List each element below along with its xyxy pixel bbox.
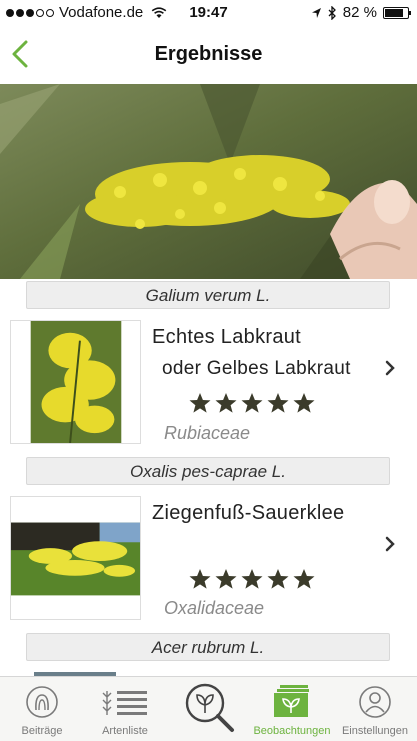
common-name-alt: oder Gelbes Labkraut [162, 358, 351, 379]
settings-profile-icon [359, 686, 391, 718]
battery-icon [383, 6, 411, 19]
star-icon [215, 569, 237, 589]
observations-icon [274, 685, 309, 717]
scientific-name-header: Acer rubrum L. [26, 633, 390, 661]
result-card[interactable] [0, 662, 417, 676]
navigation-bar: Ergebnisse [0, 26, 417, 84]
star-icon [241, 569, 263, 589]
scientific-name-header: Oxalis pes-caprae L. [26, 457, 390, 485]
star-icon [241, 393, 263, 413]
tab-label: Artenliste [102, 725, 148, 737]
chevron-right-icon [385, 536, 395, 552]
family-name: Rubiaceae [164, 423, 251, 443]
tab-bar: Beiträge Artenliste Beobachtungen Einste… [0, 676, 417, 741]
common-name: Ziegenfuß-Sauerklee [152, 502, 345, 524]
chevron-right-icon [385, 360, 395, 376]
tab-label: Beiträge [21, 725, 63, 737]
star-icon [267, 393, 289, 413]
contributions-icon [26, 686, 58, 718]
species-thumbnail [10, 496, 141, 620]
bluetooth-icon [328, 5, 336, 20]
family-name: Oxalidaceae [164, 598, 265, 618]
result-card[interactable]: Ziegenfuß-Sauerklee Oxalidaceae [0, 486, 417, 630]
common-name: Echtes Labkraut [152, 326, 302, 348]
tab-label: Beobachtungen [253, 725, 331, 737]
tab-beobachtungen[interactable]: Beobachtungen [250, 677, 334, 741]
page-title: Ergebnisse [154, 43, 263, 65]
result-card[interactable]: Echtes Labkraut oder Gelbes Labkraut Rub… [0, 310, 417, 454]
star-icon [189, 569, 211, 589]
tab-label: Einstellungen [341, 725, 409, 737]
tab-beitraege[interactable]: Beiträge [0, 677, 84, 741]
status-right: 82 % [311, 4, 411, 21]
observation-photo [0, 84, 417, 279]
battery-percentage: 82 % [342, 4, 377, 21]
tab-identify[interactable] [167, 677, 251, 741]
species-thumbnail [10, 320, 141, 444]
location-arrow-icon [311, 7, 321, 18]
rating-stars [188, 392, 316, 414]
star-icon [293, 569, 315, 589]
star-icon [293, 393, 315, 413]
status-bar: Vodafone.de 19:47 82 % [0, 0, 417, 26]
rating-stars [188, 568, 316, 590]
species-list-icon [102, 691, 147, 715]
scientific-name-header: Galium verum L. [26, 281, 390, 309]
identify-search-icon [185, 683, 234, 732]
tab-artenliste[interactable]: Artenliste [83, 677, 167, 741]
star-icon [215, 393, 237, 413]
star-icon [267, 569, 289, 589]
tab-einstellungen[interactable]: Einstellungen [333, 677, 417, 741]
star-icon [189, 393, 211, 413]
